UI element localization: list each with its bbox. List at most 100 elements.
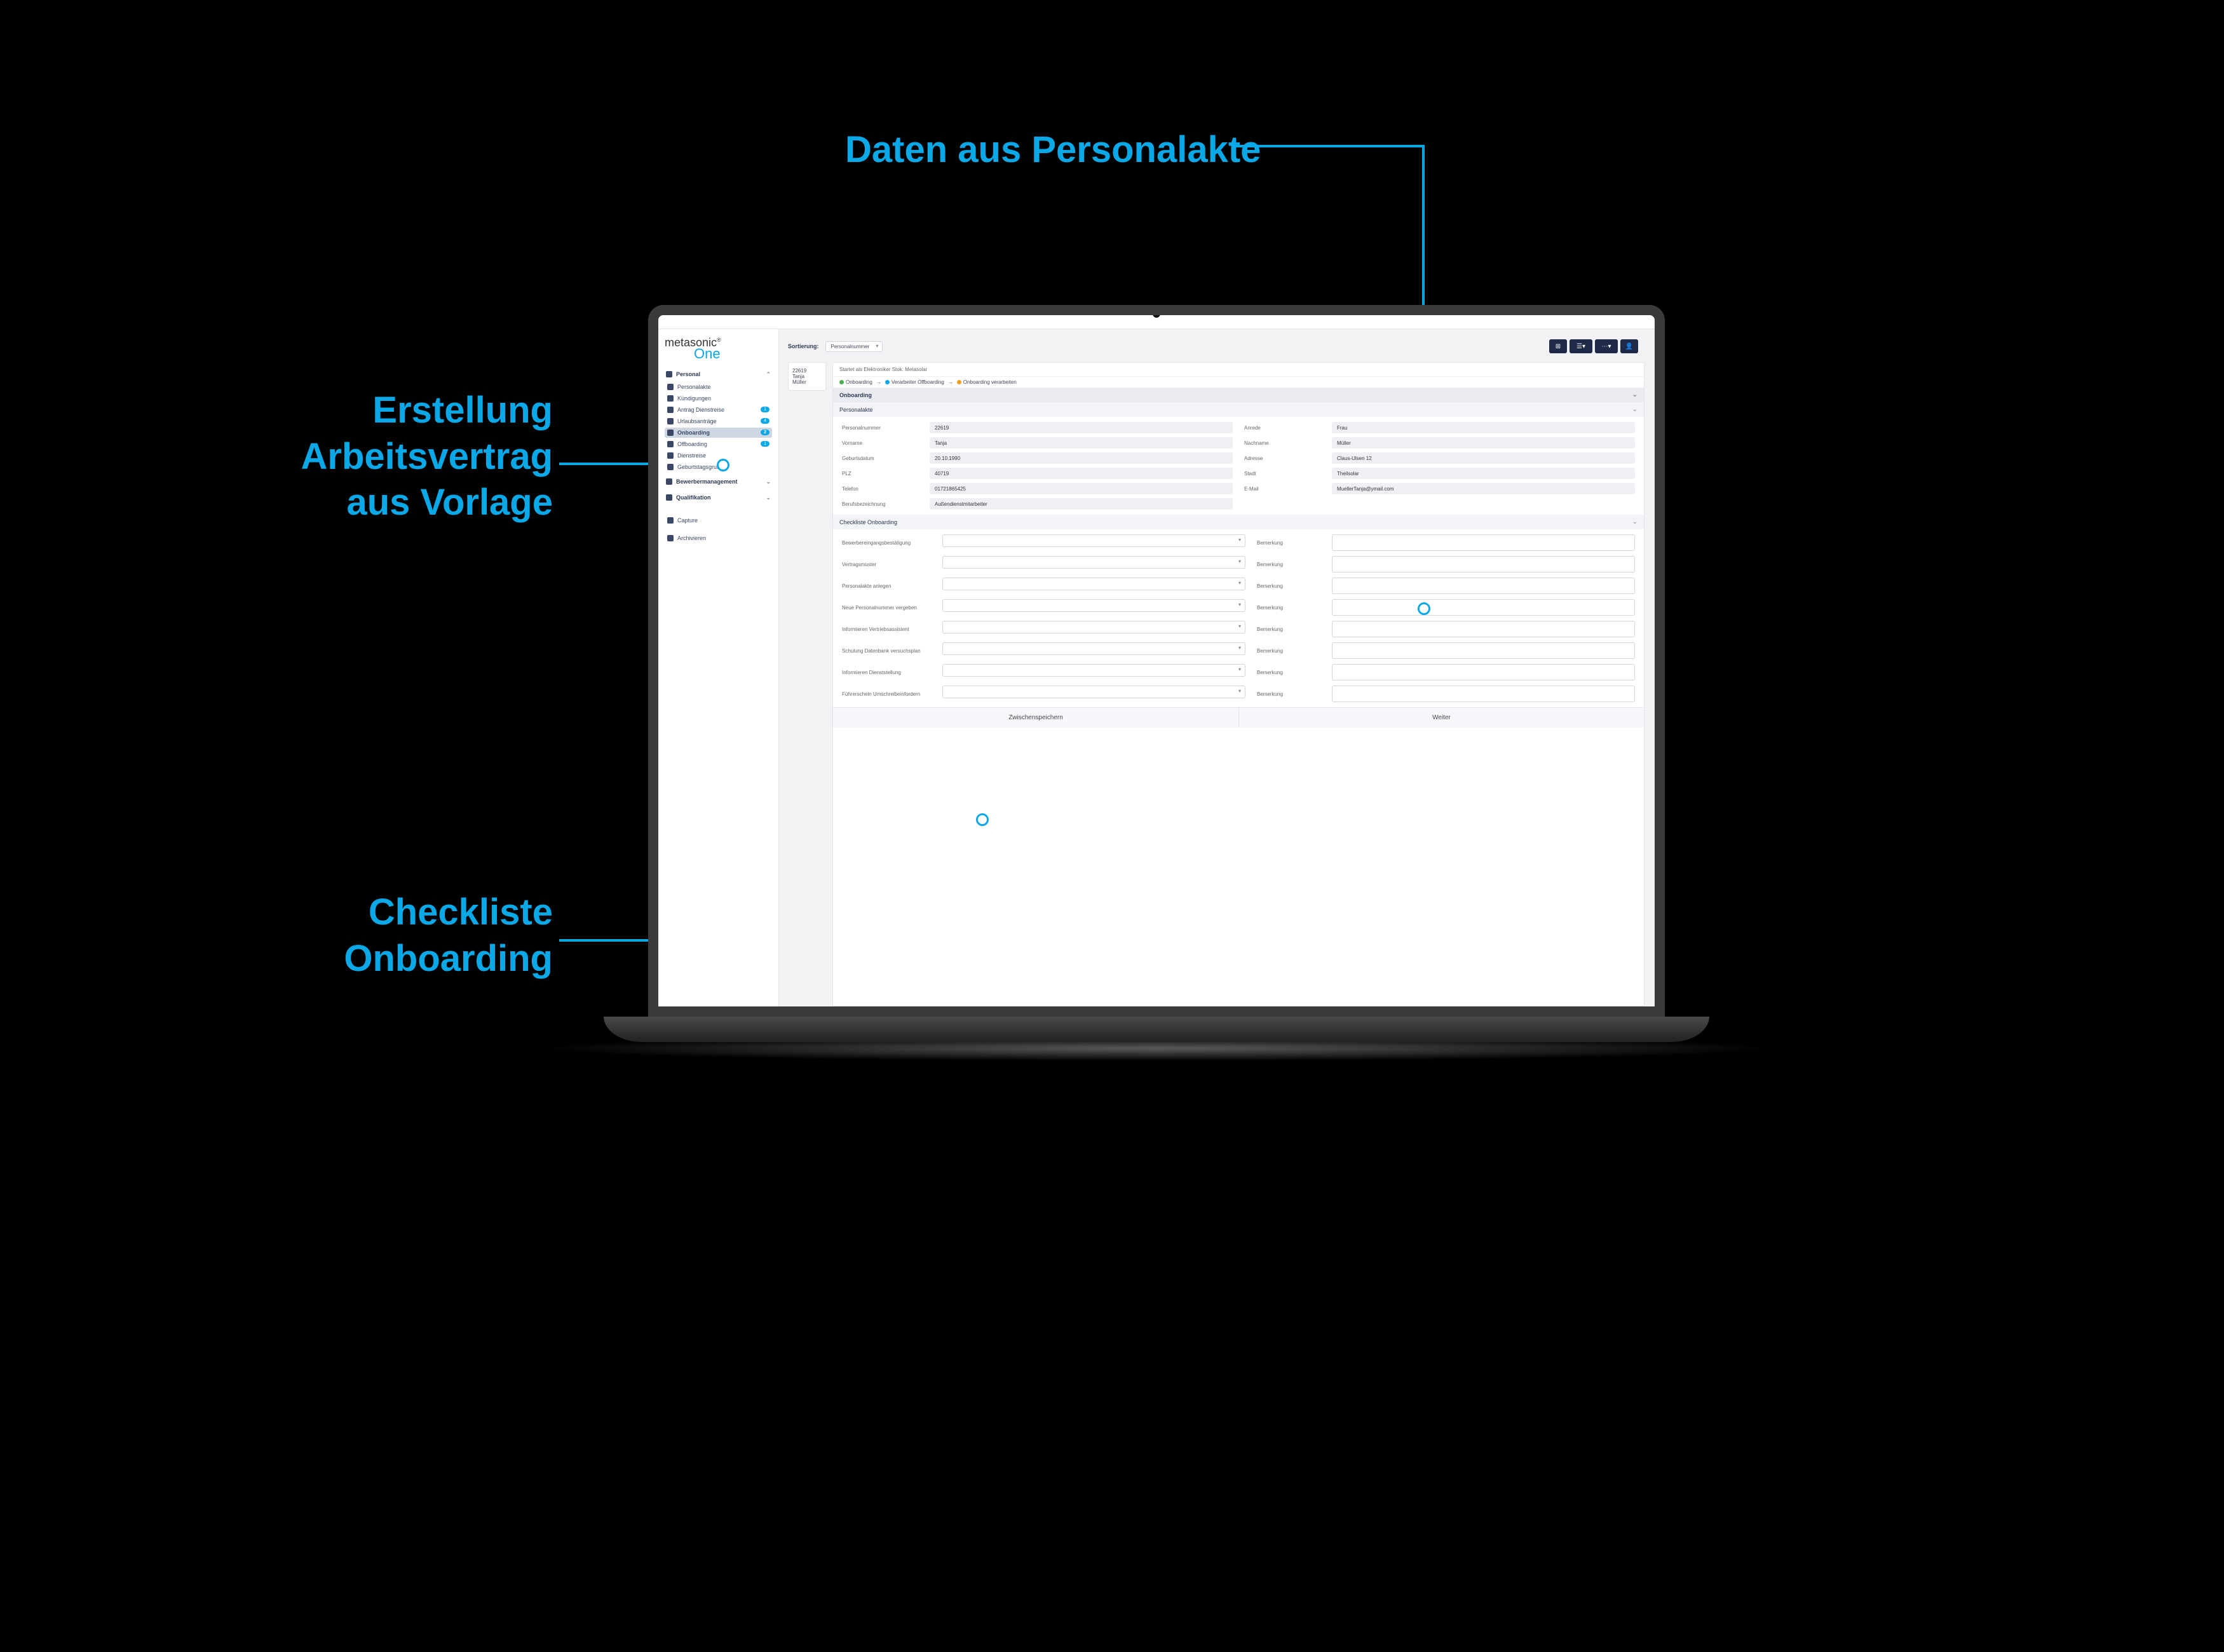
section-onboarding[interactable]: Onboarding⌄	[833, 388, 1644, 402]
chk-label-3: Neue Personalnummer vergeben	[842, 599, 931, 616]
chk-note-2[interactable]	[1332, 578, 1635, 594]
dot-icon	[839, 380, 844, 384]
form-panel: Startet als Elektroniker Stok: Metasolar…	[832, 362, 1644, 1006]
chk-note-label-6: Bemerkung	[1257, 664, 1320, 680]
sidebar: metasonic® One Personal ⌃ Personalakte K…	[658, 329, 779, 1006]
sidebar-item-urlaub[interactable]: Urlaubsanträge4	[665, 416, 772, 426]
chk-select-1[interactable]	[942, 556, 1245, 569]
chk-select-6[interactable]	[942, 664, 1245, 677]
label-geburtsdatum: Geburtsdatum	[842, 452, 918, 464]
callout-circle-top	[1418, 602, 1430, 615]
chk-label-6: Informieren Dienststellung	[842, 664, 931, 680]
menu-icon	[666, 494, 672, 501]
save-button[interactable]: Zwischenspeichern	[833, 708, 1238, 728]
plane-icon	[667, 407, 674, 413]
label-adresse: Adresse	[1244, 452, 1320, 464]
chk-select-4[interactable]	[942, 621, 1245, 633]
chk-select-2[interactable]	[942, 578, 1245, 590]
chk-label-5: Schulung Datenbank versuchsplan	[842, 642, 931, 659]
toolbar-button-grid[interactable]: ⊞	[1549, 339, 1567, 353]
annotation-top: Daten aus Personalakte	[845, 127, 1261, 173]
input-beruf[interactable]: Außendienstmitarbeiter	[930, 498, 1233, 510]
side-handle-edit[interactable]: ✎	[1655, 355, 1664, 363]
next-button[interactable]: Weiter	[1238, 708, 1644, 728]
input-personalnummer[interactable]: 22619	[930, 422, 1233, 433]
chk-select-5[interactable]	[942, 642, 1245, 655]
sidebar-item-offboarding[interactable]: Offboarding1	[665, 439, 772, 449]
chk-note-5[interactable]	[1332, 642, 1635, 659]
chk-note-1[interactable]	[1332, 556, 1635, 572]
annotation-left: Erstellung Arbeitsvertrag aus Vorlage	[197, 388, 553, 526]
dot-icon	[885, 380, 890, 384]
input-anrede[interactable]: Frau	[1332, 422, 1635, 433]
chk-label-0: Bewerbereingangsbestätigung	[842, 534, 931, 551]
sidebar-group-qualifikation[interactable]: Qualifikation ⌄	[665, 489, 772, 504]
logo: metasonic® One	[665, 337, 772, 361]
dot-icon	[957, 380, 961, 384]
chk-note-label-0: Bemerkung	[1257, 534, 1320, 551]
label-vorname: Vorname	[842, 437, 918, 449]
label-telefon: Telefon	[842, 483, 918, 494]
input-telefon[interactable]: 01721865425	[930, 483, 1233, 494]
chk-select-3[interactable]	[942, 599, 1245, 612]
sidebar-item-dienstreise[interactable]: Dienstreise	[665, 450, 772, 461]
capture-icon	[667, 517, 674, 524]
toolbar-button-list[interactable]: ☰▾	[1570, 339, 1592, 353]
panel-header: Startet als Elektroniker Stok: Metasolar	[833, 363, 1644, 377]
chk-select-7[interactable]	[942, 686, 1245, 698]
input-vorname[interactable]: Tanja	[930, 437, 1233, 449]
chk-select-0[interactable]	[942, 534, 1245, 547]
sidebar-item-capture[interactable]: Capture	[665, 515, 772, 525]
side-handle-status[interactable]	[1655, 365, 1664, 374]
chk-note-label-1: Bemerkung	[1257, 556, 1320, 572]
sidebar-item-dienstreise-antrag[interactable]: Antrag Dienstreise1	[665, 405, 772, 415]
main-area: ✎ Sortierung: Personalnummer ⊞ ☰▾ ⋯▾ 👤	[779, 329, 1655, 1006]
input-email[interactable]: MuellerTanja@ymail.com	[1332, 483, 1635, 494]
input-geburtsdatum[interactable]: 20.10.1990	[930, 452, 1233, 464]
sort-select[interactable]: Personalnummer	[825, 341, 883, 352]
sidebar-group-personal[interactable]: Personal ⌃	[665, 366, 772, 381]
label-email: E-Mail	[1244, 483, 1320, 494]
chk-note-4[interactable]	[1332, 621, 1635, 637]
chk-note-0[interactable]	[1332, 534, 1635, 551]
badge: 1	[761, 407, 770, 412]
sidebar-group-bewerber[interactable]: Bewerbermanagement ⌄	[665, 473, 772, 488]
label-beruf: Berufsbezeichnung	[842, 498, 918, 510]
field-grid: Personalnummer 22619 Anrede Frau Vorname…	[833, 417, 1644, 515]
sidebar-item-archivieren[interactable]: Archivieren	[665, 533, 772, 543]
chk-note-label-5: Bemerkung	[1257, 642, 1320, 659]
sidebar-item-kuendigungen[interactable]: Kündigungen	[665, 393, 772, 403]
menu-icon	[666, 371, 672, 377]
badge: 1	[761, 441, 770, 447]
input-adresse[interactable]: Claus-Ulsen 12	[1332, 452, 1635, 464]
chk-note-3[interactable]	[1332, 599, 1635, 616]
chk-label-1: Vertragsmuster	[842, 556, 931, 572]
chk-label-7: Führerschein Umschreibeinfordern	[842, 686, 931, 702]
doc-icon	[667, 395, 674, 402]
menu-icon	[666, 478, 672, 485]
record-tag[interactable]: 22619 Tanja Müller	[788, 362, 826, 391]
sidebar-item-personalakte[interactable]: Personalakte	[665, 382, 772, 392]
label-anrede: Anrede	[1244, 422, 1320, 433]
chk-note-6[interactable]	[1332, 664, 1635, 680]
cake-icon	[667, 464, 674, 470]
section-checklist[interactable]: Checkliste Onboarding⌄	[833, 515, 1644, 529]
sidebar-item-onboarding[interactable]: Onboarding2	[665, 428, 772, 438]
archive-icon	[667, 535, 674, 541]
label-nachname: Nachname	[1244, 437, 1320, 449]
main-header: Sortierung: Personalnummer ⊞ ☰▾ ⋯▾ 👤	[779, 335, 1644, 357]
breadcrumb: Onboarding → Verarbeiter Offboarding → O…	[833, 377, 1644, 388]
person-icon	[667, 384, 674, 390]
badge: 2	[761, 430, 770, 435]
section-personalakte[interactable]: Personalakte⌄	[833, 402, 1644, 417]
toolbar-button-user[interactable]: 👤	[1620, 339, 1638, 353]
chk-note-label-3: Bemerkung	[1257, 599, 1320, 616]
input-nachname[interactable]: Müller	[1332, 437, 1635, 449]
input-stadt[interactable]: Theilsolar	[1332, 468, 1635, 479]
chk-note-label-2: Bemerkung	[1257, 578, 1320, 594]
chk-note-7[interactable]	[1332, 686, 1635, 702]
label-plz: PLZ	[842, 468, 918, 479]
input-plz[interactable]: 40719	[930, 468, 1233, 479]
toolbar-button-menu[interactable]: ⋯▾	[1595, 339, 1618, 353]
chk-label-2: Personalakte anlegen	[842, 578, 931, 594]
